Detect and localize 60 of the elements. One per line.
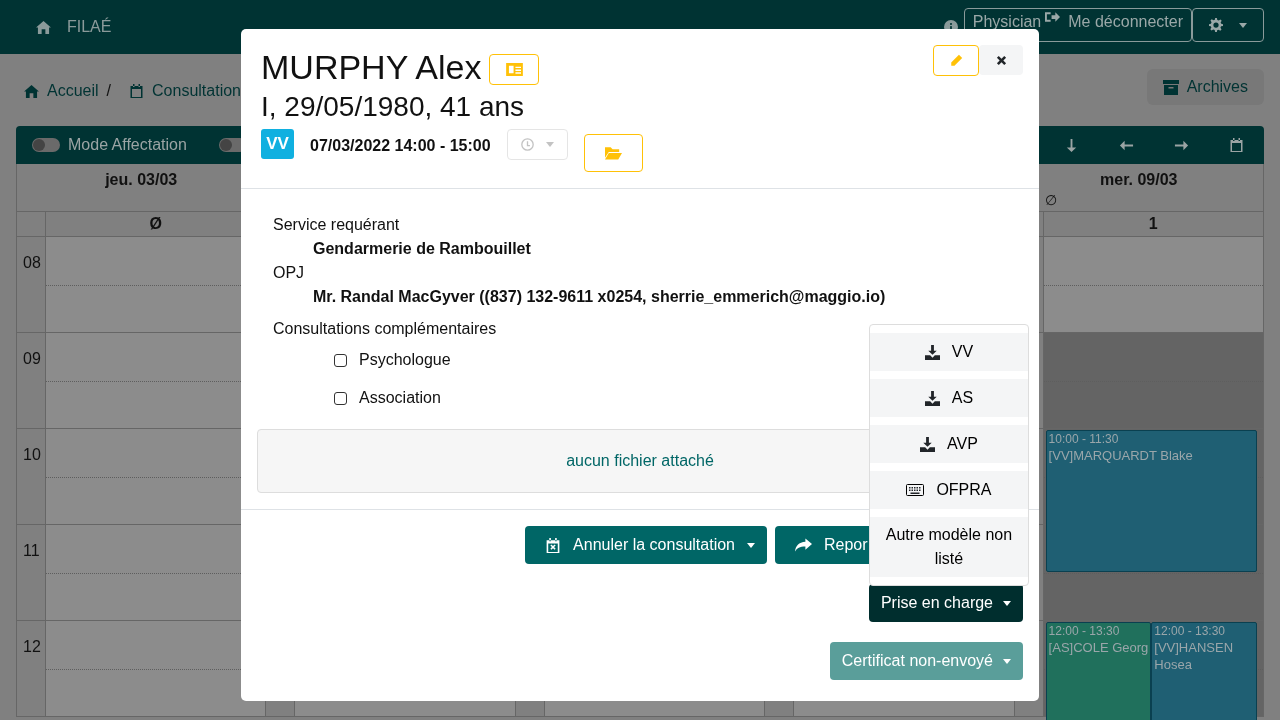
appointment-datetime: 07/03/2022 14:00 - 15:00 [310,136,491,156]
type-badge: VV [261,129,294,159]
hour-label: 11 [23,542,40,559]
breadcrumb-link[interactable]: Consultation [129,79,241,103]
home-icon [36,20,51,34]
day-header: jeu. 03/03 [105,171,178,188]
arrow-down-icon[interactable] [1064,137,1079,153]
checkbox[interactable] [334,391,347,405]
menu-item[interactable]: Autre modèle non listé [869,517,1028,577]
keyboard-icon [906,484,925,496]
calendar-icon[interactable] [1229,137,1244,153]
day-note: ∅ [1044,191,1057,210]
folder-icon [604,146,622,160]
checkbox[interactable] [334,353,347,367]
clock-icon [520,138,534,151]
close-button[interactable] [979,45,1023,75]
archive-icon [1162,79,1179,95]
hour-label: 09 [23,350,41,367]
calendar-icon [129,83,145,99]
field-label: Service requérant [272,215,401,235]
section-label: Consultations complémentaires [272,319,498,339]
field-label: OPJ [272,263,306,283]
calendar-event[interactable]: 10:00 - 11:30 [VV]MARQUARDT Blake [1045,430,1257,572]
download-icon [920,436,935,452]
menu-item[interactable]: OFPRA [869,471,1028,509]
field-value: Gendarmerie de Rambouillet [312,239,532,259]
column-header: Ø [149,215,162,232]
breadcrumb-link[interactable]: Accueil [24,79,99,103]
id-card-icon [505,62,523,76]
field-value: Mr. Randal MacGyver ((837) 132-9611 x0254, sherrie_emmerich@maggio.io) [312,287,887,307]
certificate-dropdown[interactable]: Certificat non-envoyé [829,642,1023,680]
cancel-consultation-dropdown[interactable]: Annuler la consultation [525,526,767,564]
download-icon [924,390,940,406]
calendar-x-icon [545,536,562,554]
toggle-switch[interactable]: Mode Affectation [32,133,187,157]
day-header: mer. 09/03 [1100,171,1178,188]
patient-details: I, 29/05/1980, 41 ans [261,90,526,124]
breadcrumb-separator: / [106,81,112,101]
column-header: 1 [1148,215,1158,232]
home-icon [24,84,39,98]
download-icon [924,344,940,360]
settings-dropdown[interactable] [1192,8,1264,42]
menu-item[interactable]: VV [869,333,1028,371]
close-icon [995,54,1007,66]
brand-link[interactable]: FILAÉ [36,15,112,39]
care-dropdown[interactable]: Prise en charge [868,584,1023,622]
checkbox-label: Association [359,388,441,408]
checkbox-label: Psychologue [359,350,451,370]
calendar-event[interactable]: 12:00 - 13:30 [VV]HANSEN Hosea [1151,622,1257,720]
hour-label: 10 [23,446,41,463]
attachments-link[interactable]: aucun fichier attaché [566,449,714,473]
gear-icon [1209,18,1223,32]
logout-icon [1045,10,1061,24]
archives-button[interactable]: Archives [1146,69,1264,105]
hour-label: 12 [23,638,41,655]
menu-item[interactable]: AS [869,379,1028,417]
patient-name: MURPHY Alex [261,47,482,87]
share-arrow-icon [795,538,812,552]
menu-item[interactable]: AVP [869,425,1028,463]
hour-label: 08 [23,254,41,271]
